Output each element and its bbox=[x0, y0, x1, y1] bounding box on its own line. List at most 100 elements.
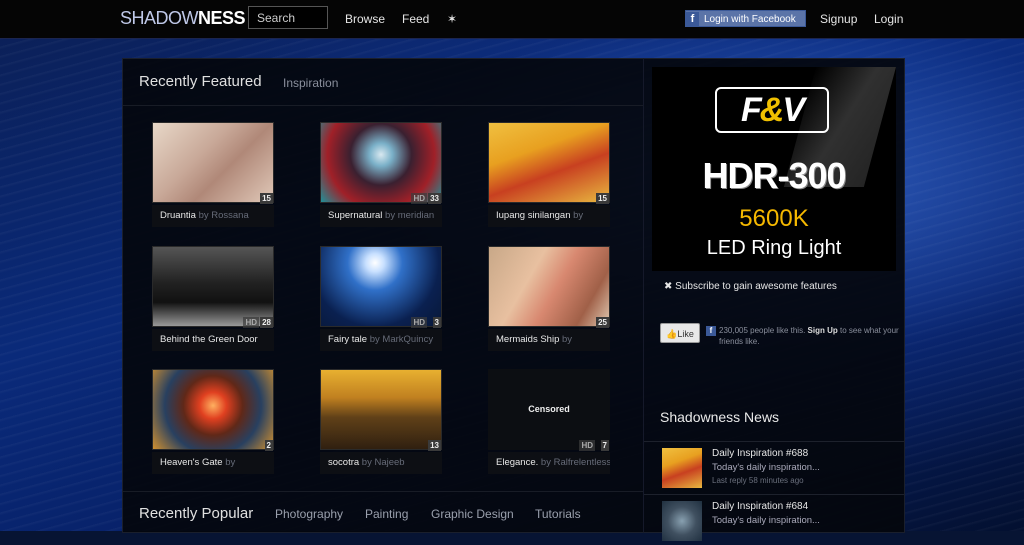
brand-logo: F&V bbox=[715, 87, 829, 133]
thumbnail[interactable] bbox=[320, 246, 442, 327]
tile-caption: Fairy tale by MarkQuincy bbox=[320, 329, 442, 351]
thumbnail[interactable] bbox=[488, 246, 610, 327]
divider bbox=[123, 491, 643, 492]
hd-badge: HD bbox=[579, 440, 595, 451]
ad-model: HDR-300 bbox=[702, 155, 846, 196]
tile-by: by bbox=[361, 457, 372, 468]
image-count-badge: 3 bbox=[432, 317, 441, 328]
censored-thumbnail[interactable]: Censored bbox=[488, 369, 610, 450]
facebook-like-button[interactable]: 👍Like bbox=[660, 323, 700, 343]
hd-badge: HD bbox=[411, 317, 427, 328]
news-item[interactable]: Daily Inspiration #684 Today's daily ins… bbox=[644, 494, 904, 545]
tile-caption: Iupang sinilangan by bbox=[488, 205, 610, 227]
image-count-badge: 25 bbox=[596, 317, 609, 328]
news-item-title[interactable]: Daily Inspiration #684 bbox=[712, 501, 808, 512]
tab-tutorials[interactable]: Tutorials bbox=[535, 507, 581, 521]
like-label: Like bbox=[677, 329, 694, 339]
nav-feed[interactable]: Feed bbox=[402, 12, 429, 26]
facebook-icon: f bbox=[706, 326, 716, 336]
image-count-badge: 15 bbox=[596, 193, 609, 204]
image-count-badge: 13 bbox=[428, 440, 441, 451]
tile-by: by bbox=[562, 334, 573, 345]
news-thumbnail[interactable] bbox=[662, 501, 702, 541]
gallery-tile[interactable]: HD 28 Behind the Green Door bbox=[152, 246, 274, 354]
tab-graphic-design[interactable]: Graphic Design bbox=[431, 507, 514, 521]
thumbnail[interactable] bbox=[152, 246, 274, 327]
tile-title[interactable]: Elegance. bbox=[496, 457, 538, 468]
tile-author[interactable]: meridian bbox=[398, 210, 434, 221]
news-item[interactable]: Daily Inspiration #688 Today's daily ins… bbox=[644, 441, 904, 492]
hd-badge: HD bbox=[411, 193, 427, 204]
tile-by: by bbox=[369, 334, 380, 345]
subscribe-link[interactable]: ✖ Subscribe to gain awesome features bbox=[664, 281, 837, 292]
tab-photography[interactable]: Photography bbox=[275, 507, 343, 521]
tile-title[interactable]: socotra bbox=[328, 457, 359, 468]
tile-by: by bbox=[225, 457, 236, 468]
login-link[interactable]: Login bbox=[874, 12, 903, 26]
tile-by: by bbox=[385, 210, 396, 221]
featured-title: Recently Featured bbox=[139, 73, 262, 90]
tile-title[interactable]: Fairy tale bbox=[328, 334, 367, 345]
tile-title[interactable]: Druantia bbox=[160, 210, 196, 221]
image-count-badge: 7 bbox=[600, 440, 609, 451]
advertisement-banner[interactable]: F&V HDR-300 5600K LED Ring Light bbox=[652, 67, 896, 271]
top-bar: SHADOWNESS Browse Feed ✶ f Login with Fac… bbox=[0, 0, 1024, 39]
site-logo[interactable]: SHADOWNESS bbox=[120, 8, 246, 29]
tile-caption: Supernatural by meridian bbox=[320, 205, 442, 227]
tile-by: by bbox=[540, 457, 551, 468]
tile-title[interactable]: Supernatural bbox=[328, 210, 382, 221]
nav-star-icon[interactable]: ✶ bbox=[447, 12, 457, 26]
gallery-tile[interactable]: 15 Iupang sinilangan by bbox=[488, 122, 610, 230]
news-thumbnail[interactable] bbox=[662, 448, 702, 488]
image-count-badge: 28 bbox=[260, 317, 273, 328]
search-input[interactable] bbox=[248, 6, 328, 29]
tile-author[interactable]: Rossana bbox=[211, 210, 249, 221]
sidebar: F&V HDR-300 5600K LED Ring Light ✖ Subsc… bbox=[643, 58, 905, 541]
image-count-badge: 15 bbox=[260, 193, 273, 204]
gallery-tile[interactable]: 13 socotra by Najeeb bbox=[320, 369, 442, 477]
main-panel: Recently Featured Inspiration 15 Druanti… bbox=[122, 58, 644, 533]
tile-caption: Heaven's Gate by bbox=[152, 452, 274, 474]
thumbnail[interactable] bbox=[152, 369, 274, 450]
facebook-signup-link[interactable]: Sign Up bbox=[808, 326, 838, 335]
hd-badge: HD bbox=[243, 317, 259, 328]
tile-caption: Mermaids Ship by bbox=[488, 329, 610, 351]
news-item-title[interactable]: Daily Inspiration #688 bbox=[712, 448, 808, 459]
tab-painting[interactable]: Painting bbox=[365, 507, 408, 521]
facebook-login-button[interactable]: f Login with Facebook bbox=[685, 10, 806, 27]
gallery-tile[interactable]: Censored HD 7 Elegance. by Ralfrelentles… bbox=[488, 369, 610, 477]
tile-title[interactable]: Mermaids Ship bbox=[496, 334, 559, 345]
news-item-meta: Last reply 58 minutes ago bbox=[712, 476, 804, 485]
thumbnail[interactable] bbox=[320, 122, 442, 203]
signup-link[interactable]: Signup bbox=[820, 12, 857, 26]
tile-title[interactable]: Behind the Green Door bbox=[160, 334, 258, 345]
facebook-like-text: 230,005 people like this. Sign Up to see… bbox=[719, 325, 899, 347]
brand-letter: V bbox=[782, 91, 805, 129]
thumbs-up-icon: 👍 bbox=[666, 329, 678, 339]
nav-browse[interactable]: Browse bbox=[345, 12, 385, 26]
news-title: Shadowness News bbox=[660, 409, 780, 425]
tile-author[interactable]: Najeeb bbox=[374, 457, 404, 468]
ad-product: LED Ring Light bbox=[706, 237, 842, 259]
tile-author[interactable]: Ralfrelentless bbox=[554, 457, 610, 468]
thumbnail[interactable] bbox=[152, 122, 274, 203]
tile-caption: Elegance. by Ralfrelentless bbox=[488, 452, 610, 474]
tile-author[interactable]: MarkQuincy bbox=[382, 334, 433, 345]
thumbnail[interactable] bbox=[488, 122, 610, 203]
thumbnail[interactable] bbox=[320, 369, 442, 450]
tile-title[interactable]: Heaven's Gate bbox=[160, 457, 223, 468]
featured-inspiration-tab[interactable]: Inspiration bbox=[283, 76, 338, 90]
brand-ampersand: & bbox=[759, 91, 785, 129]
gallery-tile[interactable]: 25 Mermaids Ship by bbox=[488, 246, 610, 354]
gallery-tile[interactable]: HD 3 Fairy tale by MarkQuincy bbox=[320, 246, 442, 354]
logo-text-bold: NESS bbox=[198, 8, 246, 28]
popular-title: Recently Popular bbox=[139, 505, 254, 522]
brand-letter: F bbox=[740, 91, 762, 129]
image-count-badge: 33 bbox=[428, 193, 441, 204]
gallery-tile[interactable]: HD 33 Supernatural by meridian bbox=[320, 122, 442, 230]
divider bbox=[123, 105, 643, 106]
gallery-tile[interactable]: 15 Druantia by Rossana bbox=[152, 122, 274, 230]
tile-title[interactable]: Iupang sinilangan bbox=[496, 210, 570, 221]
gallery-tile[interactable]: 2 Heaven's Gate by bbox=[152, 369, 274, 477]
ad-temperature: 5600K bbox=[739, 205, 809, 232]
